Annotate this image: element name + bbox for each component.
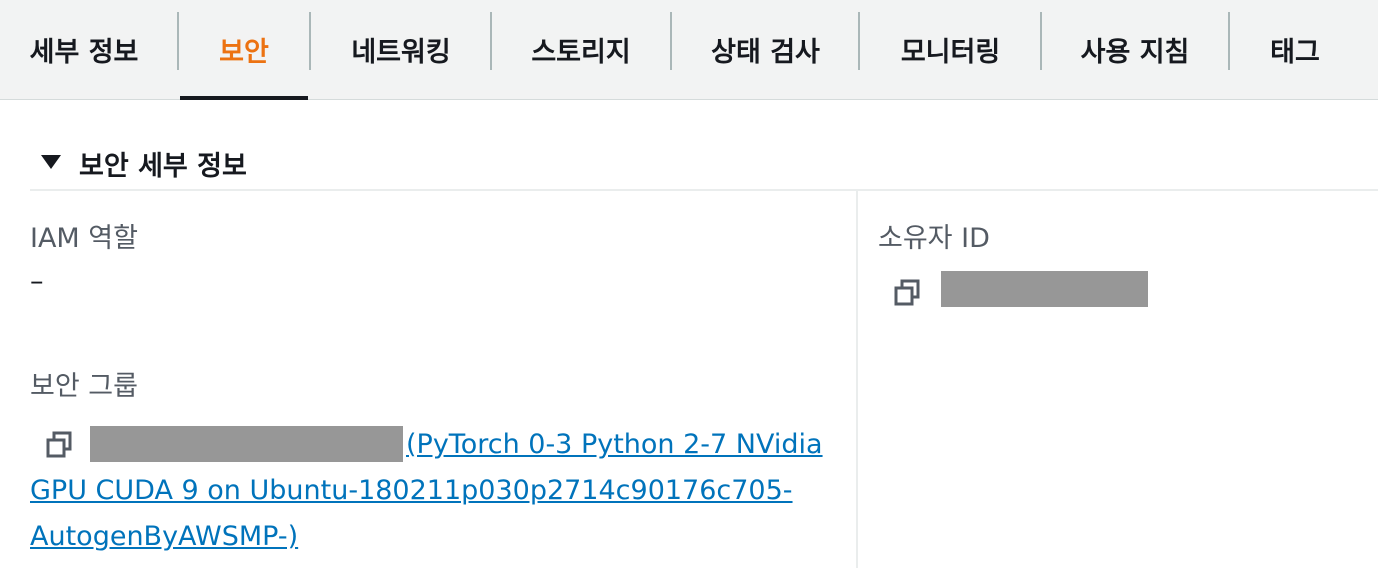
redacted-owner-id <box>941 271 1148 307</box>
section-title[interactable]: 보안 세부 정보 <box>79 144 247 183</box>
owner-id-label: 소유자 ID <box>878 223 990 254</box>
tab-networking[interactable]: 네트워킹 <box>311 0 491 99</box>
iam-role-value: – <box>30 266 44 297</box>
tab-storage[interactable]: 스토리지 <box>492 0 670 99</box>
security-group-label: 보안 그룹 <box>30 371 138 402</box>
tab-details[interactable]: 세부 정보 <box>0 0 168 99</box>
tab-security[interactable]: 보안 <box>180 0 308 100</box>
security-group-link[interactable]: (PyTorch 0-3 Python 2-7 NVidia GPU CUDA … <box>30 422 830 560</box>
tab-separator <box>177 12 179 70</box>
iam-role-label: IAM 역할 <box>30 223 138 254</box>
tab-tags[interactable]: 태그 <box>1230 0 1360 99</box>
caret-down-icon[interactable] <box>41 155 61 169</box>
tab-monitoring[interactable]: 모니터링 <box>860 0 1041 99</box>
tab-bar: 세부 정보 보안 네트워킹 스토리지 상태 검사 모니터링 사용 지침 태그 <box>0 0 1378 100</box>
tab-status-checks[interactable]: 상태 검사 <box>672 0 859 99</box>
copy-icon[interactable] <box>893 279 921 307</box>
column-divider <box>856 191 858 568</box>
security-details-header[interactable]: 보안 세부 정보 <box>30 141 1378 191</box>
tab-usage-guide[interactable]: 사용 지침 <box>1042 0 1228 99</box>
